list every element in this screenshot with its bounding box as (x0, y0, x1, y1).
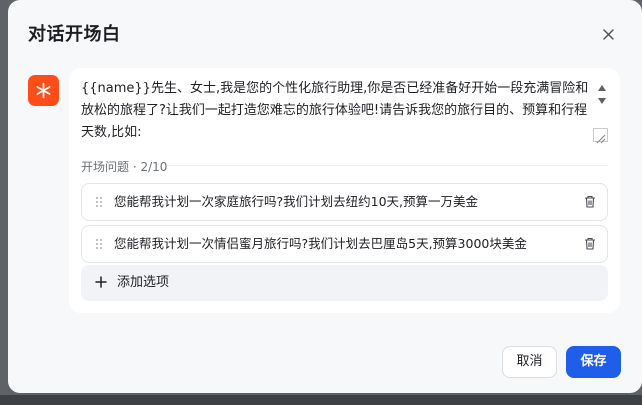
scroll-up-icon[interactable] (597, 84, 607, 92)
save-button[interactable]: 保存 (566, 346, 621, 378)
asterisk-icon (36, 82, 51, 99)
drag-handle-icon[interactable] (95, 238, 103, 250)
scroll-down-icon[interactable] (597, 97, 607, 105)
add-option-label: 添加选项 (117, 275, 170, 290)
question-text[interactable]: 您能帮我计划一次家庭旅行吗?我们计划去纽约10天,预算一万美金 (114, 184, 478, 220)
close-button[interactable] (596, 22, 620, 46)
dialog-title: 对话开场白 (28, 24, 121, 45)
prologue-textarea[interactable]: {{name}}先生、女士,我是您的个性化旅行助理,你是否已经准备好开始一段充满… (81, 78, 595, 144)
add-option-button[interactable]: 添加选项 (81, 265, 608, 301)
questions-count-label: 开场问题 · 2/10 (81, 160, 168, 174)
textarea-resize-handle[interactable] (593, 128, 608, 144)
prologue-card: {{name}}先生、女士,我是您的个性化旅行助理,你是否已经准备好开始一段充满… (69, 68, 620, 313)
close-icon (602, 28, 614, 40)
bot-avatar (28, 75, 59, 106)
drag-handle-icon[interactable] (95, 196, 103, 208)
trash-icon[interactable] (584, 237, 596, 250)
backdrop (0, 395, 642, 405)
cancel-button[interactable]: 取消 (502, 346, 557, 378)
section-divider (167, 165, 608, 166)
question-text[interactable]: 您能帮我计划一次情侣蜜月旅行吗?我们计划去巴厘岛5天,预算3000块美金 (114, 226, 527, 262)
question-item[interactable]: 您能帮我计划一次家庭旅行吗?我们计划去纽约10天,预算一万美金 (81, 183, 608, 221)
question-item[interactable]: 您能帮我计划一次情侣蜜月旅行吗?我们计划去巴厘岛5天,预算3000块美金 (81, 225, 608, 263)
trash-icon[interactable] (584, 195, 596, 208)
prologue-dialog: 对话开场白 {{name}}先生、女士,我是您的个性化旅行助理,你是否已经准备好… (8, 0, 642, 393)
plus-icon (95, 276, 107, 288)
